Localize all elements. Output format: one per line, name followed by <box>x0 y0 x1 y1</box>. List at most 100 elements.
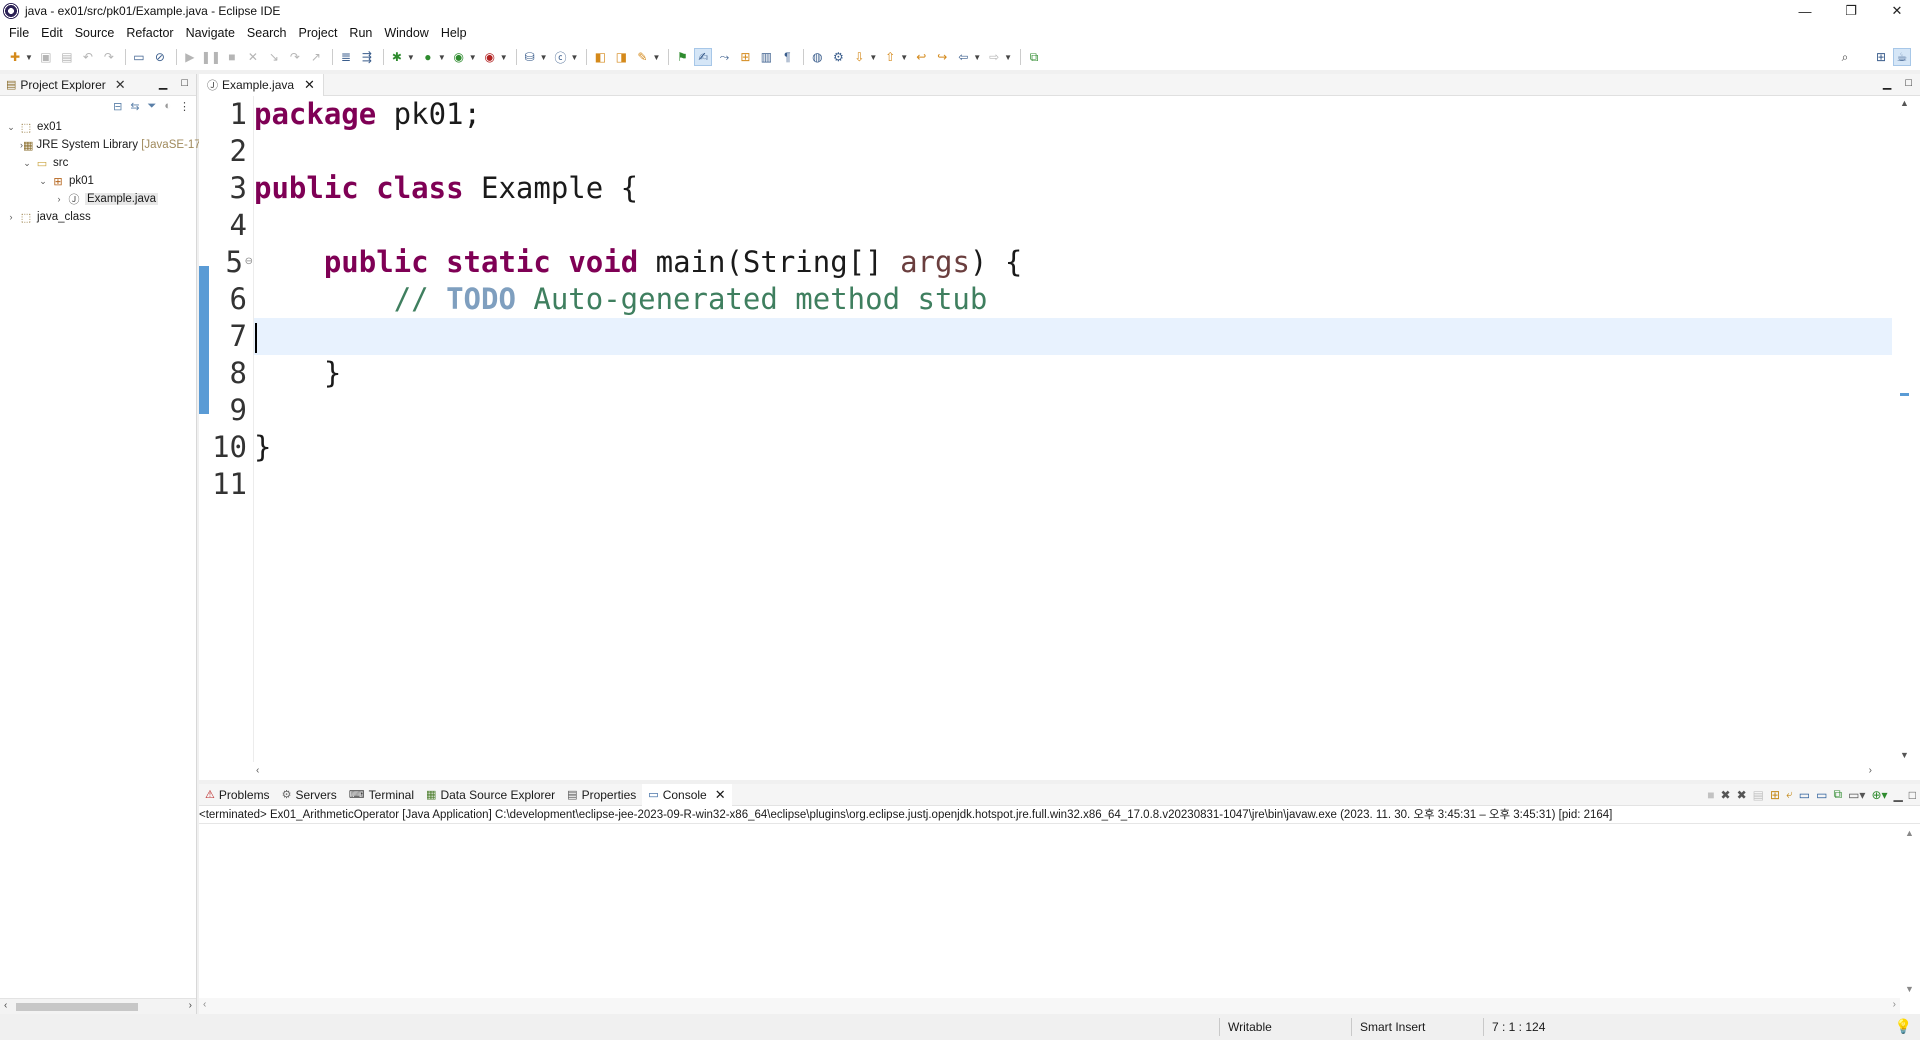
toggle-word-wrap-icon[interactable]: ▥ <box>757 48 775 66</box>
tab-servers[interactable]: ⚙ Servers <box>276 784 343 806</box>
collapse-all-icon[interactable]: ⊟ <box>113 100 122 113</box>
lightbulb-icon[interactable]: 💡 <box>1895 1018 1912 1035</box>
display-console-icon[interactable]: ▭▾ <box>1848 788 1865 802</box>
drop-to-frame-icon[interactable]: ⇶ <box>358 48 376 66</box>
coverage-dropdown-icon[interactable]: ▼ <box>469 53 477 62</box>
new-server-icon[interactable]: ⛁ <box>521 48 539 66</box>
show-on-stdout-icon[interactable]: ▭ <box>1799 788 1810 802</box>
forward-icon[interactable]: ⇨ <box>985 48 1003 66</box>
focus-icon[interactable]: ◐ <box>164 100 171 112</box>
undo-icon[interactable]: ↶ <box>79 48 97 66</box>
close-icon[interactable]: ✕ <box>715 787 726 803</box>
show-whitespace-icon[interactable]: ¶ <box>778 48 796 66</box>
tree-item-ex01[interactable]: ⌄ ⬚ ex01 <box>0 118 196 136</box>
chevron-down-icon[interactable]: ⌄ <box>4 122 18 133</box>
menu-window[interactable]: Window <box>378 26 434 40</box>
next-annotation-dropdown-icon[interactable]: ▼ <box>869 53 877 62</box>
project-explorer-tab[interactable]: ▤ Project Explorer ✕ ▁ □ <box>0 74 196 96</box>
maximize-view-icon[interactable]: □ <box>1905 77 1912 90</box>
menu-refactor[interactable]: Refactor <box>120 26 179 40</box>
chevron-right-icon[interactable]: › <box>4 212 18 222</box>
toggle-breadcrumb-icon[interactable]: ⊞ <box>736 48 754 66</box>
editor-vertical-scrollbar[interactable]: ▲ ▼ <box>1896 96 1912 762</box>
step-over-icon[interactable]: ↷ <box>286 48 304 66</box>
scroll-right-icon[interactable]: › <box>1869 765 1872 776</box>
scroll-up-icon[interactable]: ▲ <box>1900 98 1909 108</box>
close-window-button[interactable]: ✕ <box>1874 0 1920 22</box>
open-perspective-tools-icon[interactable]: ⚙ <box>829 48 847 66</box>
maximize-view-icon[interactable]: □ <box>181 77 188 90</box>
menu-project[interactable]: Project <box>293 26 344 40</box>
open-task-icon[interactable]: ◨ <box>612 48 630 66</box>
redo-icon[interactable]: ↷ <box>100 48 118 66</box>
menu-edit[interactable]: Edit <box>35 26 69 40</box>
scroll-left-icon[interactable]: ‹ <box>4 1000 7 1011</box>
maximize-view-icon[interactable]: □ <box>1909 788 1916 802</box>
close-icon[interactable]: ✕ <box>304 77 315 93</box>
scroll-left-icon[interactable]: ‹ <box>256 765 259 776</box>
run-dropdown-icon[interactable]: ▼ <box>438 53 446 62</box>
restore-button[interactable]: ❐ <box>1828 0 1874 22</box>
open-console-icon[interactable]: ▭ <box>130 48 148 66</box>
save-icon[interactable]: ▣ <box>37 48 55 66</box>
step-into-icon[interactable]: ↘ <box>265 48 283 66</box>
chevron-down-icon[interactable]: ⌄ <box>20 158 34 169</box>
terminate-icon[interactable]: ■ <box>1707 788 1714 802</box>
overview-ruler-mark[interactable] <box>1900 393 1909 396</box>
last-edit-location-icon[interactable]: ↩ <box>912 48 930 66</box>
show-on-stderr-icon[interactable]: ▭ <box>1816 788 1827 802</box>
open-type-icon[interactable]: ◧ <box>591 48 609 66</box>
terminate-icon[interactable]: ■ <box>223 48 241 66</box>
tab-problems[interactable]: ⚠ Problems <box>199 784 276 806</box>
editor-tab-example-java[interactable]: Ⓙ Example.java ✕ <box>199 73 324 96</box>
new-dropdown-icon[interactable]: ▼ <box>25 53 33 62</box>
open-console-icon[interactable]: ⊕▾ <box>1871 788 1887 802</box>
back-dropdown-icon[interactable]: ▼ <box>973 53 981 62</box>
tab-properties[interactable]: ▤ Properties <box>561 784 642 806</box>
minimize-view-icon[interactable]: ▁ <box>1883 77 1891 90</box>
tree-item-src[interactable]: ⌄ ▭ src <box>0 154 196 172</box>
fold-collapse-icon[interactable]: ⊖ <box>245 256 253 267</box>
run-icon[interactable]: ● <box>419 48 437 66</box>
scroll-down-icon[interactable]: ▼ <box>1900 750 1909 760</box>
debug-icon[interactable]: ✱ <box>388 48 406 66</box>
tab-data-source-explorer[interactable]: ▦ Data Source Explorer <box>420 784 561 806</box>
search-icon[interactable]: ✎ <box>633 48 651 66</box>
external-tools-dropdown-icon[interactable]: ▼ <box>500 53 508 62</box>
open-perspective-icon[interactable]: ⊞ <box>1872 48 1890 66</box>
scroll-lock-icon[interactable]: ⊞ <box>1770 788 1780 802</box>
skip-breakpoints-icon[interactable]: ⊘ <box>151 48 169 66</box>
scroll-right-icon[interactable]: › <box>1893 999 1896 1010</box>
console-horizontal-scrollbar[interactable]: ‹ › <box>199 998 1900 1014</box>
forward-history-icon[interactable]: ↪ <box>933 48 951 66</box>
scroll-up-icon[interactable]: ▲ <box>1905 828 1914 838</box>
code-editor[interactable]: 1 2 3 4 5 ⊖ 6 7 8 9 10 11 package pk01; … <box>199 96 1892 762</box>
new-java-class-icon[interactable]: ⓒ <box>552 48 570 66</box>
open-web-browser-icon[interactable]: ◍ <box>808 48 826 66</box>
console-vertical-scrollbar[interactable]: ▲ ▼ <box>1902 826 1916 996</box>
new-icon[interactable]: ✚ <box>6 48 24 66</box>
tree-item-pk01[interactable]: ⌄ ⊞ pk01 <box>0 172 196 190</box>
suspend-icon[interactable]: ❚❚ <box>201 48 221 66</box>
debug-dropdown-icon[interactable]: ▼ <box>407 53 415 62</box>
previous-annotation-dropdown-icon[interactable]: ▼ <box>900 53 908 62</box>
tree-item-example-java[interactable]: › Ⓙ Example.java <box>0 190 196 208</box>
search-dropdown-icon[interactable]: ▼ <box>652 53 660 62</box>
scroll-right-icon[interactable]: › <box>189 1000 192 1011</box>
java-ee-perspective-icon[interactable]: ☕ <box>1893 48 1911 66</box>
back-icon[interactable]: ⇦ <box>954 48 972 66</box>
resume-icon[interactable]: ▶ <box>181 48 199 66</box>
menu-source[interactable]: Source <box>69 26 121 40</box>
minimize-view-icon[interactable]: ▁ <box>1894 788 1903 802</box>
disconnect-icon[interactable]: ✕ <box>244 48 262 66</box>
next-annotation-icon[interactable]: ⇩ <box>850 48 868 66</box>
tree-item-jre-system-library[interactable]: › ▦ JRE System Library [JavaSE-17] <box>0 136 204 154</box>
toggle-ant-editor-icon[interactable]: ⚑ <box>673 48 691 66</box>
editor-horizontal-scrollbar[interactable]: ‹ › <box>254 764 1874 780</box>
menu-navigate[interactable]: Navigate <box>180 26 241 40</box>
tree-item-java-class[interactable]: › ⬚ java_class <box>0 208 196 226</box>
close-icon[interactable]: ✕ <box>115 77 126 93</box>
pin-console-icon[interactable]: ⧉ <box>1833 787 1842 802</box>
menu-help[interactable]: Help <box>435 26 473 40</box>
view-menu-icon[interactable]: ⋮ <box>179 100 190 113</box>
